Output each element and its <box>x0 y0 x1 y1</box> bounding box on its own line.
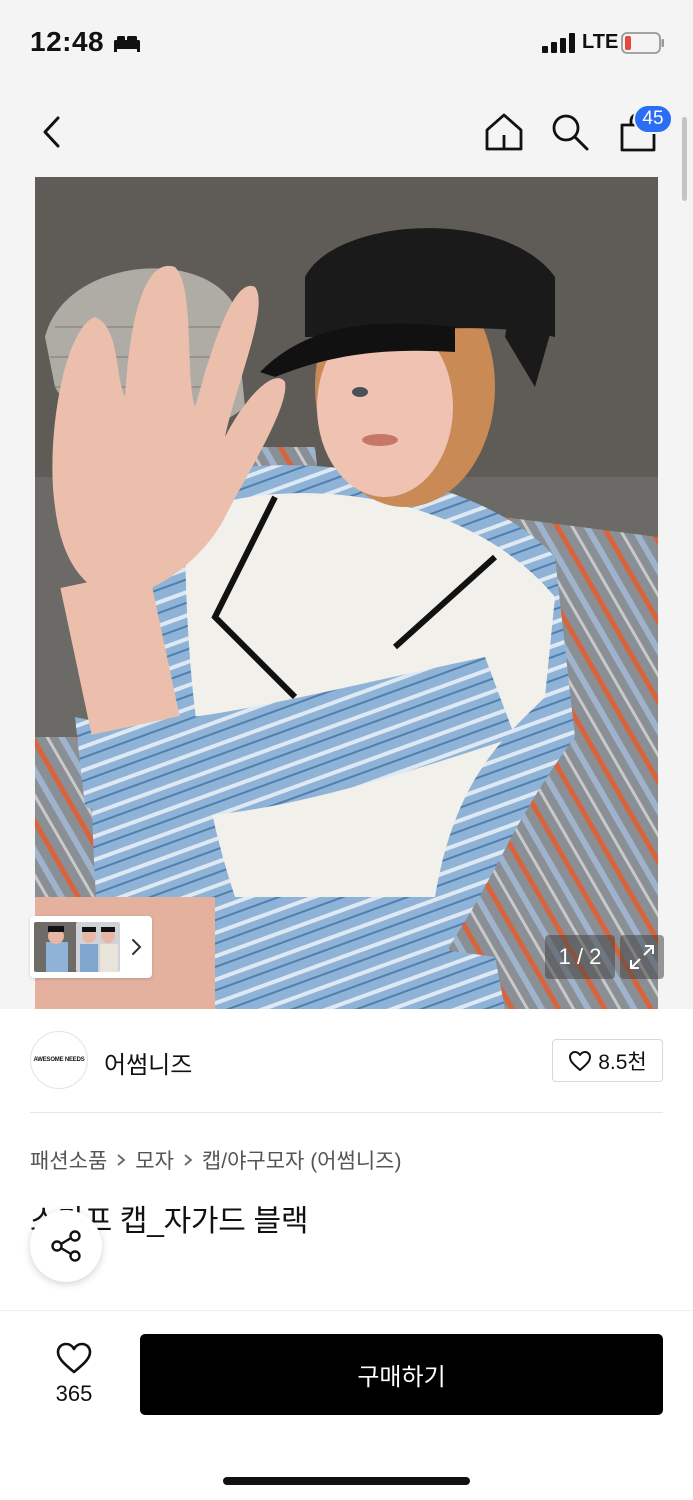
heart-outline-icon <box>569 1050 592 1071</box>
signal-icon <box>542 33 575 53</box>
brand-like-count: 8.5천 <box>598 1050 647 1074</box>
breadcrumb-chevron-icon <box>117 1154 126 1166</box>
expand-icon <box>630 945 654 969</box>
buy-button[interactable]: 구매하기 <box>140 1334 663 1415</box>
brand-name[interactable]: 어썸니즈 <box>104 1045 192 1080</box>
product-like-count: 365 <box>55 1381 93 1406</box>
home-indicator <box>223 1477 470 1485</box>
home-icon <box>485 113 523 151</box>
top-nav-bar <box>0 88 693 177</box>
brand-row: AWESOME NEEDS 어썸니즈 8.5천 <box>0 1009 693 1113</box>
breadcrumb: 패션소품 모자 캡/야구모자 (어썸니즈) <box>30 1145 401 1175</box>
cart-count-badge: 45 <box>633 104 673 134</box>
battery-low-icon <box>621 32 664 54</box>
brand-like-button[interactable]: 8.5천 <box>552 1039 663 1082</box>
share-icon <box>51 1230 81 1262</box>
image-page-indicator: 1 / 2 <box>545 935 615 979</box>
status-time: 12:48 <box>30 26 105 57</box>
heart-outline-icon <box>56 1342 92 1374</box>
thumbnail-strip[interactable] <box>30 916 152 978</box>
network-label: LTE <box>582 31 619 53</box>
product-gallery[interactable] <box>0 117 693 1009</box>
breadcrumb-item-fashion-goods[interactable]: 패션소품 <box>30 1145 107 1175</box>
breadcrumb-item-caps[interactable]: 캡/야구모자 (어썸니즈) <box>202 1145 402 1175</box>
thumbnail-2[interactable] <box>76 922 120 972</box>
product-like-button[interactable]: 365 <box>40 1341 108 1413</box>
brand-logo[interactable]: AWESOME NEEDS <box>30 1031 88 1089</box>
share-button[interactable] <box>30 1210 102 1282</box>
divider <box>30 1112 663 1113</box>
brand-logo-text: AWESOME NEEDS <box>33 1057 85 1063</box>
search-icon <box>552 114 589 151</box>
status-bar: 12:48 LTE <box>0 0 693 88</box>
back-button[interactable] <box>28 108 76 156</box>
breadcrumb-item-hats[interactable]: 모자 <box>135 1145 174 1175</box>
back-arrow-icon <box>43 116 60 148</box>
bottom-action-bar: 365 구매하기 <box>0 1310 693 1500</box>
chevron-right-icon[interactable] <box>126 936 148 958</box>
sleep-icon <box>114 36 140 52</box>
page-scrollbar[interactable] <box>682 117 687 201</box>
breadcrumb-chevron-icon <box>184 1154 193 1166</box>
thumbnail-1[interactable] <box>34 922 78 972</box>
product-photo[interactable] <box>35 177 658 1009</box>
expand-image-button[interactable] <box>620 935 664 979</box>
home-button[interactable] <box>480 108 528 156</box>
search-button[interactable] <box>546 108 594 156</box>
